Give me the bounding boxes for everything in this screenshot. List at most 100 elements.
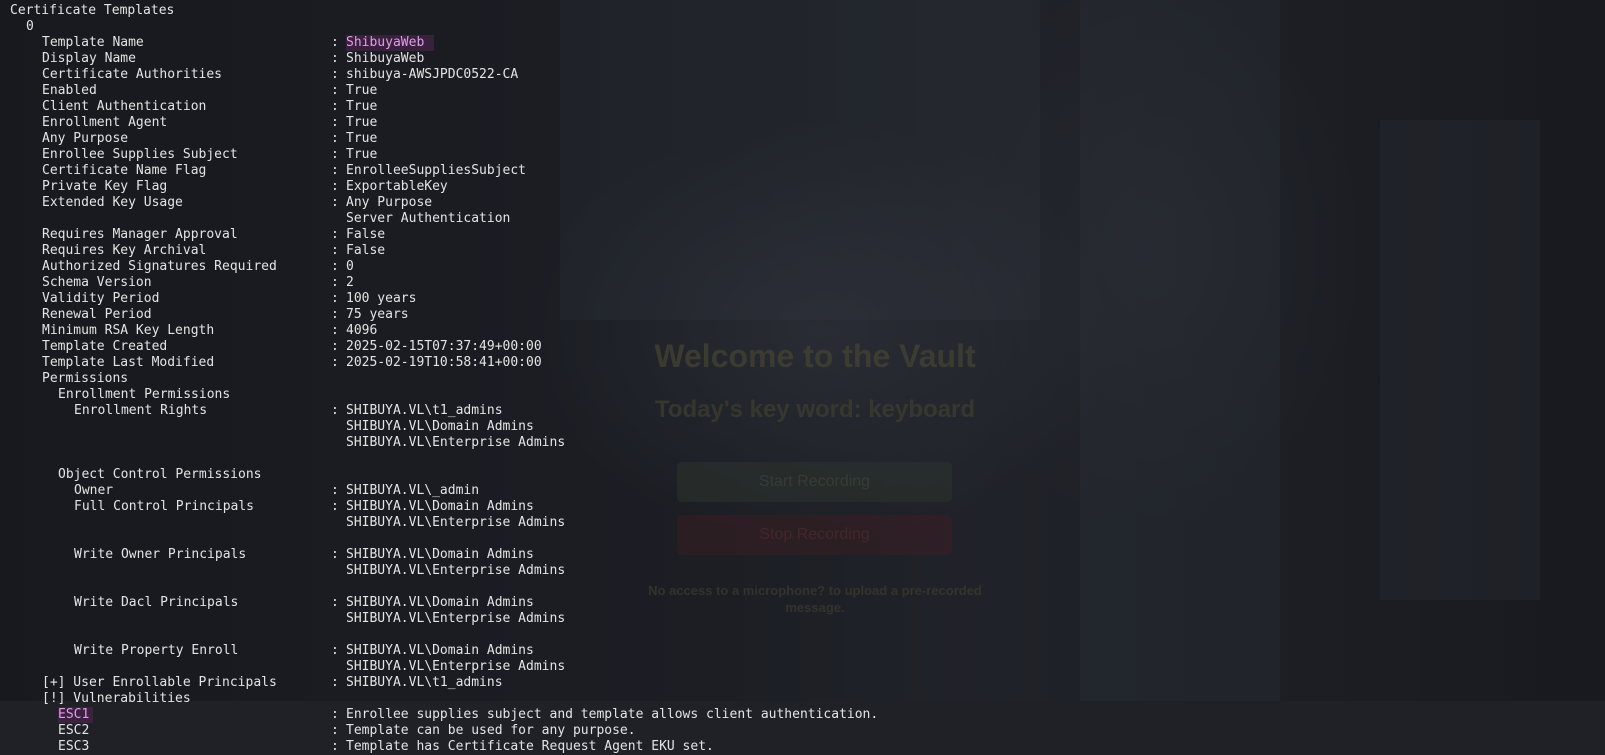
field-minimum-rsa-key-length-separator: : (331, 323, 339, 338)
field-minimum-rsa-key-length-key: Minimum RSA Key Length (42, 323, 215, 338)
vulnerability-esc3-separator: : (331, 739, 339, 754)
template-index: 0 (0, 19, 1605, 35)
write-dacl-principals-key: Write Dacl Principals (74, 595, 239, 610)
field-template-created-value: 2025-02-15T07:37:49+00:00 (346, 339, 542, 354)
field-minimum-rsa-key-length-row: Minimum RSA Key Length:4096 (0, 323, 1605, 339)
field-renewal-period-key: Renewal Period (42, 307, 152, 322)
vulnerabilities-heading: [!] Vulnerabilities (0, 691, 1605, 707)
field-requires-manager-approval-key: Requires Manager Approval (42, 227, 238, 242)
field-template-created-key: Template Created (42, 339, 168, 354)
write-property-enroll-row: Write Property Enroll: SHIBUYA.VL\Domain … (0, 643, 1605, 659)
enrollment-permissions-heading: Enrollment Permissions (0, 387, 1605, 403)
field-enrollment-agent-key: Enrollment Agent (42, 115, 168, 130)
vulnerability-esc3-key: ESC3 (58, 739, 90, 754)
field-private-key-flag-row: Private Key Flag: ExportableKey (0, 179, 1605, 195)
enrollment-rights-separator: : (331, 403, 339, 418)
write-property-enroll-row: SHIBUYA.VL\Enterprise Admins (0, 659, 1605, 675)
field-any-purpose-row: Any Purpose: True (0, 131, 1605, 147)
user-enrollable-principals-value: SHIBUYA.VL\t1_admins (346, 675, 503, 690)
field-template-name-row: Template Name: ShibuyaWeb (0, 35, 1605, 51)
write-dacl-principals-row: SHIBUYA.VL\Enterprise Admins (0, 611, 1605, 627)
vulnerability-esc1-separator: : (331, 707, 339, 722)
section-title-text: Certificate Templates (10, 3, 175, 18)
field-enrollee-supplies-subject-key: Enrollee Supplies Subject (42, 147, 238, 162)
field-display-name-row: Display Name: ShibuyaWeb (0, 51, 1605, 67)
vulnerability-esc2-row: ESC2: Template can be used for any purpos… (0, 723, 1605, 739)
vulnerability-esc1-key: ESC1 (58, 707, 94, 723)
field-enrollment-agent-separator: : (331, 115, 339, 130)
enrollment-rights-value: SHIBUYA.VL\Enterprise Admins (346, 435, 566, 450)
field-certificate-authorities-key: Certificate Authorities (42, 67, 223, 82)
field-template-last-modified-key: Template Last Modified (42, 355, 215, 370)
write-dacl-principals-value: SHIBUYA.VL\Enterprise Admins (346, 611, 566, 626)
vulnerability-esc3-row: ESC3: Template has Certificate Request Ag… (0, 739, 1605, 755)
field-authorized-signatures-required-row: Authorized Signatures Required:0 (0, 259, 1605, 275)
vulnerability-esc2-key: ESC2 (58, 723, 90, 738)
field-certificate-authorities-value: shibuya-AWSJPDC0522-CA (346, 67, 519, 82)
write-owner-principals-row: Write Owner Principals: SHIBUYA.VL\Domain… (0, 547, 1605, 563)
field-schema-version-row: Schema Version:2 (0, 275, 1605, 291)
field-enabled-separator: : (331, 83, 339, 98)
field-schema-version-separator: : (331, 275, 339, 290)
field-template-name-key: Template Name (42, 35, 144, 50)
field-enrollment-agent-row: Enrollment Agent: True (0, 115, 1605, 131)
field-client-authentication-separator: : (331, 99, 339, 114)
enrollment-rights-value: SHIBUYA.VL\t1_admins (346, 403, 503, 418)
owner-key: Owner (74, 483, 114, 498)
field-certificate-name-flag-row: Certificate Name Flag: EnrolleeSuppliesSu… (0, 163, 1605, 179)
vulnerability-esc2-separator: : (331, 723, 339, 738)
field-extended-key-usage-value: Server Authentication (346, 211, 511, 226)
vulnerability-esc3-value: Template has Certificate Request Agent E… (346, 739, 714, 754)
field-template-created-row: Template Created:2025-02-15T07:37:49+00:… (0, 339, 1605, 355)
field-schema-version-value: 2 (346, 275, 354, 290)
field-enrollee-supplies-subject-value: True (346, 147, 378, 162)
field-validity-period-row: Validity Period:100 years (0, 291, 1605, 307)
field-private-key-flag-key: Private Key Flag (42, 179, 168, 194)
write-owner-principals-separator: : (331, 547, 339, 562)
field-certificate-authorities-row: Certificate Authorities: shibuya-AWSJPDC0… (0, 67, 1605, 83)
field-enrollment-agent-value: True (346, 115, 378, 130)
terminal-output[interactable]: Certificate Templates 0 Template Name: Shib… (0, 0, 1605, 754)
field-renewal-period-separator: : (331, 307, 339, 322)
field-minimum-rsa-key-length-value: 4096 (346, 323, 378, 338)
field-template-name-separator: : (331, 35, 339, 50)
full-control-principals-row: SHIBUYA.VL\Enterprise Admins (0, 515, 1605, 531)
full-control-principals-value: SHIBUYA.VL\Domain Admins (346, 499, 534, 514)
owner-value: SHIBUYA.VL\_admin (346, 483, 480, 498)
write-dacl-principals-row: Write Dacl Principals: SHIBUYA.VL\Domain … (0, 595, 1605, 611)
field-extended-key-usage-separator: : (331, 195, 339, 210)
section-title: Certificate Templates (0, 3, 1605, 19)
write-owner-principals-value: SHIBUYA.VL\Enterprise Admins (346, 563, 566, 578)
write-property-enroll-separator: : (331, 643, 339, 658)
vulnerabilities-heading-text: [!] Vulnerabilities (42, 691, 191, 706)
field-extended-key-usage-key: Extended Key Usage (42, 195, 183, 210)
field-display-name-key: Display Name (42, 51, 136, 66)
field-validity-period-separator: : (331, 291, 339, 306)
field-certificate-name-flag-value: EnrolleeSuppliesSubject (346, 163, 527, 178)
field-template-last-modified-value: 2025-02-19T10:58:41+00:00 (346, 355, 542, 370)
field-renewal-period-row: Renewal Period:75 years (0, 307, 1605, 323)
enrollment-rights-row: SHIBUYA.VL\Domain Admins (0, 419, 1605, 435)
field-template-last-modified-row: Template Last Modified:2025-02-19T10:58:… (0, 355, 1605, 371)
field-schema-version-key: Schema Version (42, 275, 152, 290)
write-owner-principals-value: SHIBUYA.VL\Domain Admins (346, 547, 534, 562)
field-certificate-name-flag-separator: : (331, 163, 339, 178)
field-extended-key-usage-row: Extended Key Usage: Any Purpose (0, 195, 1605, 211)
field-requires-key-archival-row: Requires Key Archival: False (0, 243, 1605, 259)
field-validity-period-key: Validity Period (42, 291, 160, 306)
field-any-purpose-value: True (346, 131, 378, 146)
field-authorized-signatures-required-key: Authorized Signatures Required (42, 259, 277, 274)
field-certificate-authorities-separator: : (331, 67, 339, 82)
field-enabled-value: True (346, 83, 378, 98)
enrollment-rights-row: Enrollment Rights: SHIBUYA.VL\t1_admins (0, 403, 1605, 419)
vulnerability-esc1-row: ESC1: Enrollee supplies subject and templ… (0, 707, 1605, 723)
write-owner-principals-key: Write Owner Principals (74, 547, 247, 562)
field-template-created-separator: : (331, 339, 339, 354)
field-client-authentication-key: Client Authentication (42, 99, 207, 114)
user-enrollable-principals-separator: : (331, 675, 339, 690)
permissions-heading: Permissions (0, 371, 1605, 387)
full-control-principals-key: Full Control Principals (74, 499, 255, 514)
